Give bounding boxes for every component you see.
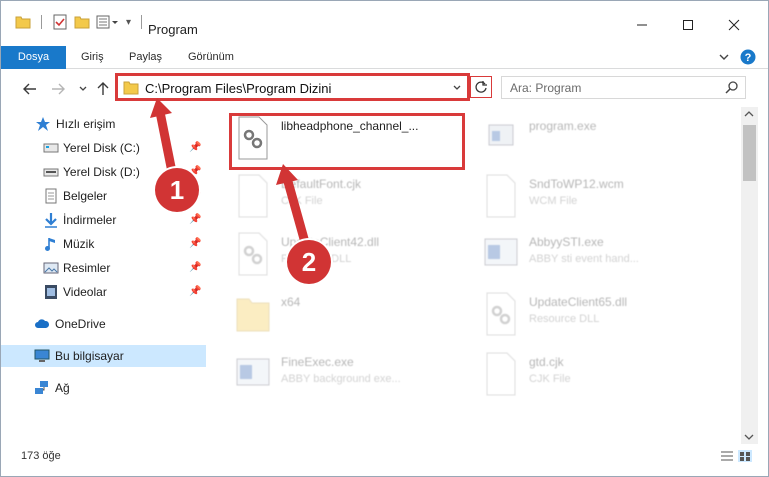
annotation-arrow — [155, 111, 177, 173]
step-callout-1: 1 — [155, 168, 199, 212]
arrow-head-icon — [150, 98, 172, 118]
annotation-arrow — [282, 176, 311, 248]
annotation-overlay — [150, 98, 311, 248]
arrow-head-icon — [276, 164, 298, 185]
step-callout-2: 2 — [287, 240, 331, 284]
